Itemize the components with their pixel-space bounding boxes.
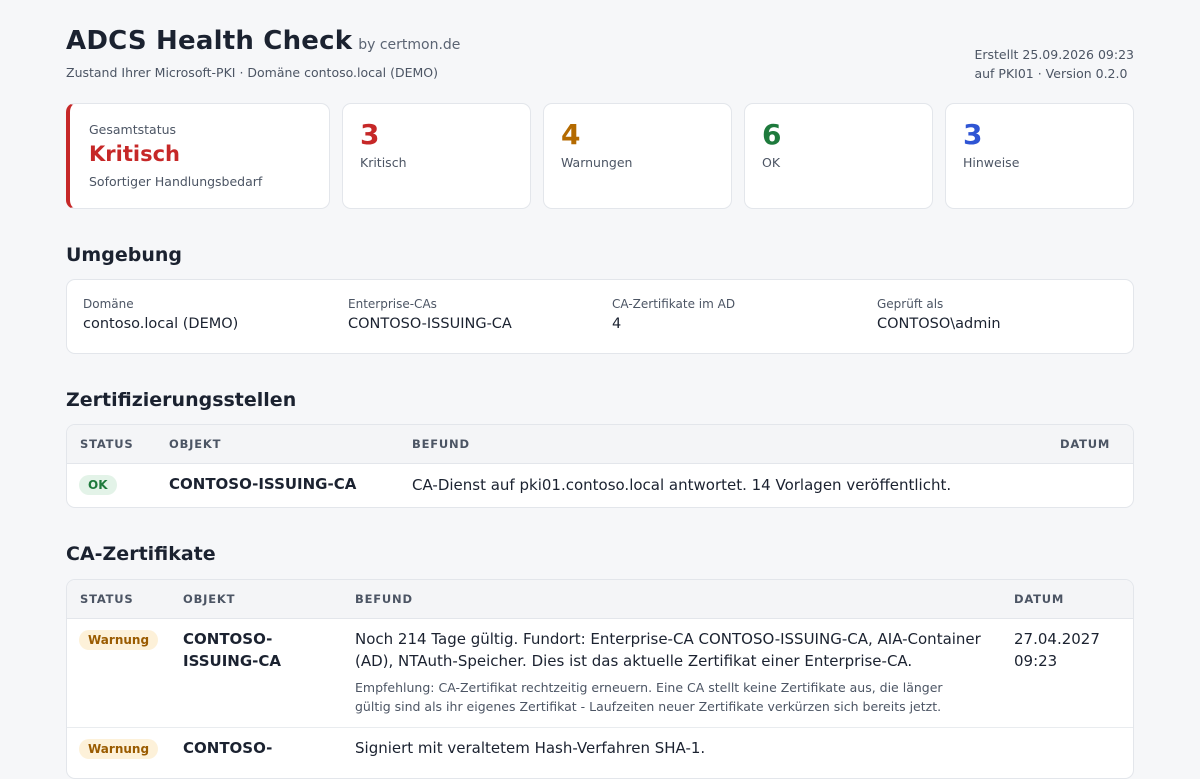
row-object: CONTOSO- ISSUING-CA — [183, 628, 281, 672]
status-badge: Warnung — [79, 630, 159, 650]
environment-panel: Domäne contoso.local (DEMO) Enterprise-C… — [66, 279, 1134, 354]
row-object: CONTOSO-ISSUING-CA — [169, 475, 357, 493]
stat-count: 3 — [360, 118, 380, 151]
table-header: STATUS OBJEKT BEFUND DATUM — [67, 425, 1133, 464]
column-header-object: OBJEKT — [169, 437, 222, 451]
stat-label: Warnungen — [561, 155, 633, 170]
env-value: contoso.local (DEMO) — [83, 316, 239, 332]
row-finding: Noch 214 Tage gültig. Fundort: Enterpris… — [355, 628, 981, 672]
report-header: ADCS Health Check by certmon.de Zustand I… — [66, 0, 1134, 92]
column-header-status: STATUS — [80, 437, 134, 451]
row-object-line: CONTOSO- — [183, 630, 273, 648]
env-item-enterprise-cas: Enterprise-CAs CONTOSO-ISSUING-CA — [348, 297, 512, 332]
stat-card-warnings: 4 Warnungen — [543, 103, 732, 209]
row-recommendation-line: Empfehlung: CA-Zertifikat rechtzeitig er… — [355, 680, 943, 695]
row-recommendation-line: gültig sind als ihr eigenes Zertifikat -… — [355, 699, 942, 714]
ca-certs-table: STATUS OBJEKT BEFUND DATUM Warnung CONTO… — [66, 579, 1134, 779]
table-row: Warnung CONTOSO- ISSUING-CA Noch 214 Tag… — [67, 619, 1133, 728]
env-key: Geprüft als — [877, 297, 944, 311]
cas-heading: Zertifizierungsstellen — [66, 389, 297, 411]
ca-certs-heading: CA-Zertifikate — [66, 543, 216, 565]
env-item-checked-as: Geprüft als CONTOSO\admin — [877, 297, 1001, 332]
report-title: ADCS Health Check by certmon.de — [66, 26, 460, 56]
overall-status-label: Gesamtstatus — [89, 122, 177, 137]
stat-count: 6 — [762, 118, 782, 151]
status-badge: Warnung — [79, 739, 159, 759]
table-header: STATUS OBJEKT BEFUND DATUM — [67, 580, 1133, 619]
row-recommendation: Empfehlung: CA-Zertifikat rechtzeitig er… — [355, 678, 943, 716]
row-date-line: 27.04.2027 — [1014, 630, 1100, 648]
env-key: CA-Zertifikate im AD — [612, 297, 736, 311]
env-item-domain: Domäne contoso.local (DEMO) — [83, 297, 238, 332]
byline: by certmon.de — [358, 37, 461, 53]
column-header-date: DATUM — [1060, 437, 1111, 451]
env-key: Domäne — [83, 297, 134, 311]
host-version: auf PKI01 · Version 0.2.0 — [974, 66, 1128, 81]
stat-label: OK — [762, 155, 781, 170]
page-title: ADCS Health Check — [66, 26, 353, 56]
overall-status-value: Kritisch — [89, 142, 180, 166]
overall-status-card: Gesamtstatus Kritisch Sofortiger Handlun… — [66, 103, 330, 209]
stat-card-hints: 3 Hinweise — [945, 103, 1134, 209]
cas-table: STATUS OBJEKT BEFUND DATUM OK CONTOSO-IS… — [66, 424, 1134, 508]
row-object-line: ISSUING-CA — [183, 652, 281, 670]
row-finding: Signiert mit veraltetem Hash-Verfahren S… — [355, 739, 706, 757]
stat-card-ok: 6 OK — [744, 103, 933, 209]
row-finding-line: Noch 214 Tage gültig. Fundort: Enterpris… — [355, 630, 981, 648]
row-finding-line: (AD), NTAuth-Speicher. Dies ist das aktu… — [355, 652, 913, 670]
overall-status-sub: Sofortiger Handlungsbedarf — [89, 174, 263, 189]
env-key: Enterprise-CAs — [348, 297, 437, 311]
summary-cards: Gesamtstatus Kritisch Sofortiger Handlun… — [66, 103, 1134, 209]
status-badge: OK — [79, 475, 117, 495]
stat-label: Kritisch — [360, 155, 407, 170]
env-item-ca-certs: CA-Zertifikate im AD 4 — [612, 297, 735, 332]
column-header-status: STATUS — [80, 592, 134, 606]
report-meta: Erstellt 25.09.2026 09:23 auf PKI01 · Ve… — [974, 45, 1134, 83]
row-finding: CA-Dienst auf pki01.contoso.local antwor… — [412, 476, 952, 494]
environment-heading: Umgebung — [66, 244, 182, 266]
stat-label: Hinweise — [963, 155, 1020, 170]
column-header-finding: BEFUND — [412, 437, 470, 451]
row-object: CONTOSO- — [183, 739, 273, 757]
table-row: OK CONTOSO-ISSUING-CA CA-Dienst auf pki0… — [67, 464, 1133, 507]
created-timestamp: Erstellt 25.09.2026 09:23 — [974, 47, 1134, 62]
stat-card-critical: 3 Kritisch — [342, 103, 531, 209]
env-value: 4 — [612, 316, 622, 332]
column-header-object: OBJEKT — [183, 592, 236, 606]
row-date-line: 09:23 — [1014, 652, 1058, 670]
env-value: CONTOSO-ISSUING-CA — [348, 316, 512, 332]
page-subtitle: Zustand Ihrer Microsoft-PKI · Domäne con… — [66, 65, 439, 80]
stat-count: 4 — [561, 118, 581, 151]
stat-count: 3 — [963, 118, 983, 151]
table-row: Warnung CONTOSO- Signiert mit veraltetem… — [67, 728, 1133, 778]
env-value: CONTOSO\admin — [877, 316, 1001, 332]
column-header-date: DATUM — [1014, 592, 1065, 606]
column-header-finding: BEFUND — [355, 592, 413, 606]
row-date: 27.04.2027 09:23 — [1014, 628, 1100, 672]
